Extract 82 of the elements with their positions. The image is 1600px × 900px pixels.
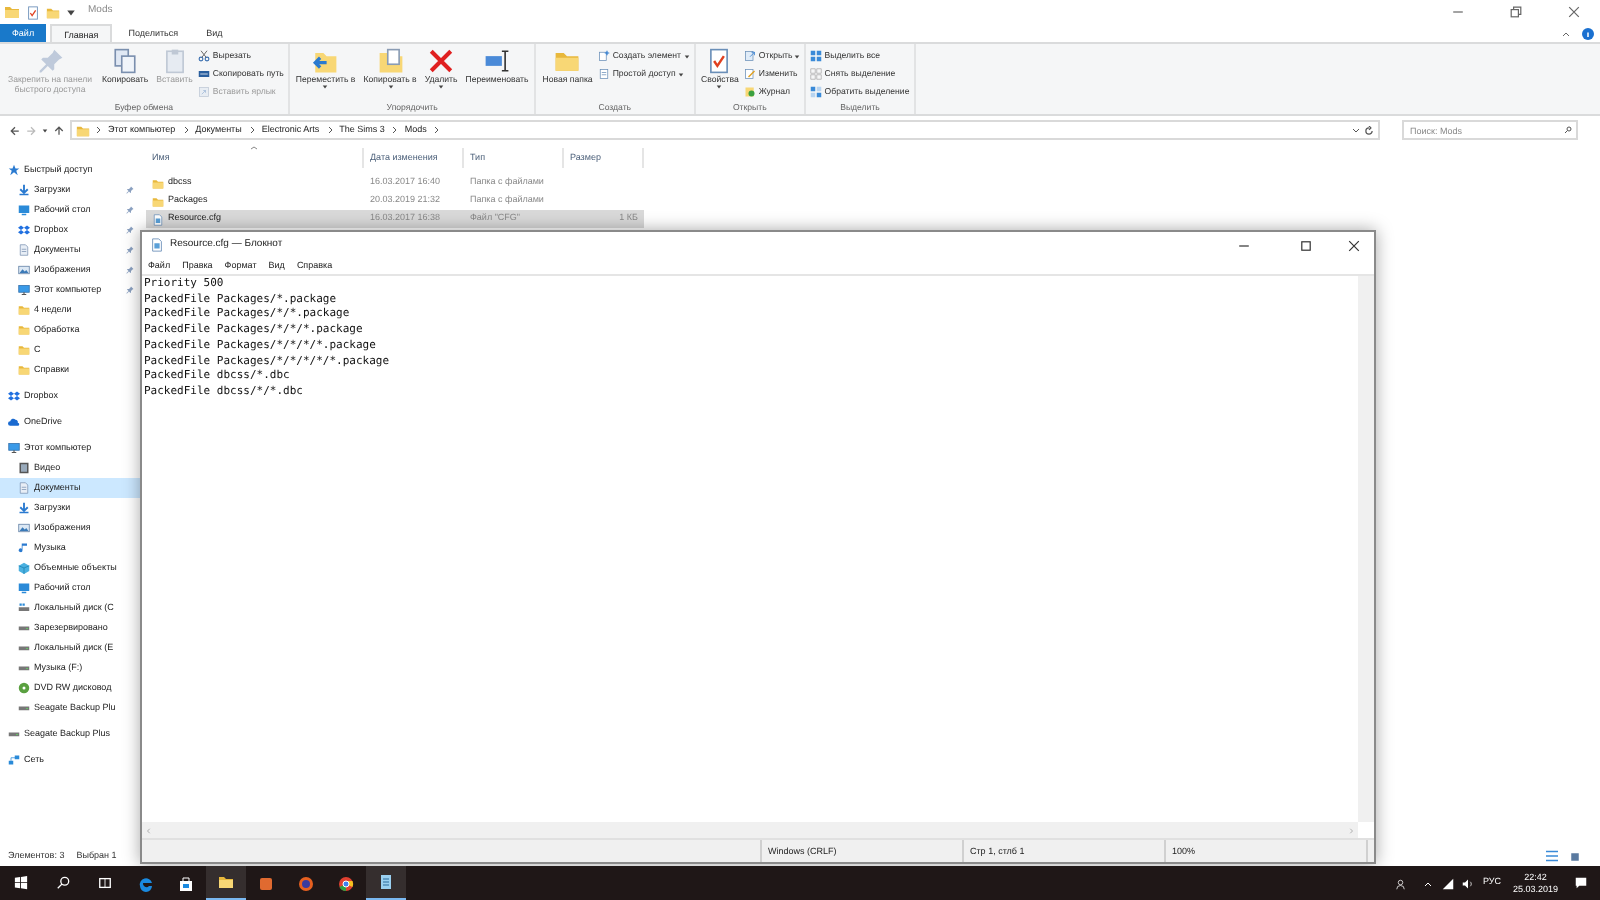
- folder-icon: [18, 324, 30, 336]
- monitor-icon: [18, 204, 30, 216]
- film-icon: [18, 462, 30, 474]
- folder-icon: [4, 4, 20, 20]
- folder-icon: [152, 195, 164, 207]
- restore-icon[interactable]: [1510, 6, 1522, 18]
- invert-selection-icon: [810, 86, 823, 98]
- diamond-logo-icon: [8, 390, 20, 402]
- music-note-icon: [18, 542, 30, 554]
- computer-icon: [18, 284, 30, 296]
- disc-icon: [18, 682, 30, 694]
- folder-icon: [218, 874, 234, 890]
- folder-icon: [18, 364, 30, 376]
- rename-icon: [484, 48, 510, 74]
- fox-globe-icon: [298, 875, 314, 891]
- details-view-icon[interactable]: [1546, 850, 1558, 862]
- computer-icon: [8, 442, 20, 454]
- large-icons-view-icon[interactable]: [1570, 851, 1580, 861]
- e-logo-icon: [138, 875, 154, 891]
- maximize-icon[interactable]: [1300, 239, 1312, 251]
- folder-icon: [18, 304, 30, 316]
- shopping-bag-icon: [178, 875, 194, 891]
- refresh-icon[interactable]: [1364, 125, 1374, 135]
- star-icon: [8, 164, 20, 176]
- document-icon: [18, 482, 30, 494]
- people-icon[interactable]: [1396, 877, 1409, 889]
- minimize-icon[interactable]: [1238, 239, 1250, 251]
- new-item-icon: [598, 50, 611, 62]
- cube-icon: [18, 562, 30, 574]
- task-view-icon[interactable]: [98, 876, 112, 890]
- monitor-icon: [18, 582, 30, 594]
- delete-icon: [428, 48, 455, 74]
- download-arrow-icon: [18, 184, 30, 196]
- back-arrow-icon[interactable]: [10, 125, 20, 135]
- app-icon: [258, 875, 274, 891]
- select-none-icon: [810, 68, 823, 80]
- pin-icon: [37, 48, 63, 74]
- download-arrow-icon: [18, 502, 30, 514]
- taskbar-button[interactable]: [206, 866, 246, 900]
- network-icon[interactable]: [1442, 877, 1455, 889]
- history-icon: [744, 86, 757, 98]
- drive-icon: [18, 602, 30, 614]
- edit-icon: [744, 68, 757, 80]
- shortcut-icon: [198, 86, 211, 98]
- cloud-icon: [8, 416, 20, 428]
- search-icon[interactable]: [1564, 126, 1572, 134]
- close-icon[interactable]: [1568, 6, 1580, 18]
- taskbar-button[interactable]: [366, 866, 406, 900]
- folder-icon: [152, 177, 164, 189]
- diamond-logo-icon: [18, 224, 30, 236]
- folder-icon: [76, 123, 90, 137]
- network-icon: [8, 754, 20, 766]
- document-icon: [598, 68, 611, 80]
- notepad-icon: [378, 874, 394, 890]
- notification-icon[interactable]: [1574, 876, 1588, 890]
- up-arrow-icon[interactable]: [54, 125, 64, 135]
- caret-icon: [66, 7, 76, 17]
- clipboard-icon: [161, 48, 188, 74]
- picture-icon: [18, 522, 30, 534]
- speaker-icon[interactable]: [1462, 877, 1475, 889]
- search-icon[interactable]: [56, 876, 70, 890]
- path-icon: [198, 68, 211, 80]
- open-icon: [744, 50, 757, 62]
- file-icon: [152, 213, 164, 225]
- picture-icon: [18, 264, 30, 276]
- folder-arrow-icon: [312, 48, 339, 74]
- help-icon[interactable]: [1582, 28, 1594, 40]
- notepad-icon: [150, 238, 164, 252]
- properties-icon: [706, 48, 733, 74]
- scissors-icon: [198, 50, 211, 62]
- properties-icon[interactable]: [26, 5, 40, 19]
- folder-copy-icon: [377, 48, 404, 74]
- copy-icon: [112, 48, 139, 74]
- caret-icon: [42, 127, 48, 133]
- close-icon[interactable]: [1348, 239, 1360, 251]
- vertical-scrollbar[interactable]: [1358, 276, 1374, 822]
- folder-icon: [554, 48, 581, 74]
- document-icon: [18, 244, 30, 256]
- circle-logo-icon: [338, 875, 354, 891]
- start-icon[interactable]: [14, 876, 28, 890]
- select-all-icon: [810, 50, 823, 62]
- folder-icon: [18, 344, 30, 356]
